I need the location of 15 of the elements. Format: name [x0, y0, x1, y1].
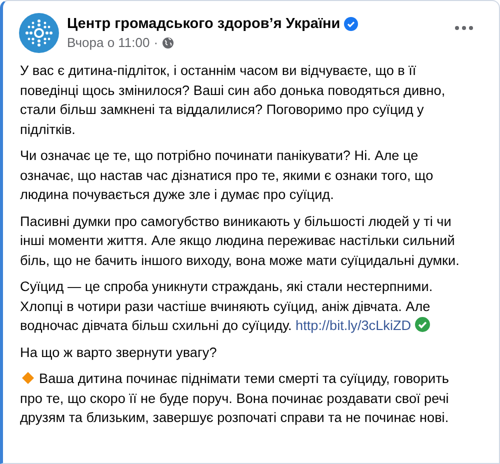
post-paragraph: Суїцид — це спроба уникнути страждань, які стали нестерпними. Хлопці в чотири рази частіше вчиняють суїцид, аніж дівчата. Але водночас дівчата більш схильні до суїциду. http://bit.ly/3cLkiZD — [20, 278, 434, 335]
separator-dot: · — [154, 35, 158, 50]
post-paragraph: У вас є дитина-підліток, і останнім часом ви відчуваєте, що в її поведінці щось змінилося? Ваші син або донька поводяться дивно, стали більш замкнені та віддалилися? Поговоримо про суїцид у підлітків. — [20, 62, 446, 139]
globe-icon — [162, 36, 174, 48]
diamond-icon — [22, 372, 34, 384]
post-link[interactable]: http://bit.ly/3cLkiZD — [296, 318, 412, 333]
post-paragraph: На що ж варто звернути увагу? — [20, 344, 218, 362]
post-paragraph: Ваша дитина починає піднімати теми смерті та суїциду, говорить про те, що скоро її не буде поруч. Вона починає роздавати свої речі друзям та близьким, завершує розпочаті справи та не починає нові. — [20, 370, 450, 427]
post-paragraph: Чи означає це те, що потрібно починати панікувати? Ні. Але це означає, що настав час дізнатися про те, якими є ознаки того, що людина почувається дуже зле і думає про суїцид. — [20, 147, 434, 204]
page-name[interactable]: Центр громадського здоров’я України — [67, 16, 340, 32]
check-mark-icon — [414, 317, 430, 332]
post-paragraph: Пасивні думки про самогубство виникають у більшості людей у ті чи інші моменти життя. Але якщо людина переживає настільки сильний біль, що не бачить іншого виходу, вона може мати суїцидальні думки. — [20, 212, 460, 270]
post-time[interactable]: Вчора о 11:00 — [67, 35, 150, 50]
logo-icon[interactable] — [19, 13, 59, 53]
more-options-icon[interactable] — [455, 26, 473, 30]
